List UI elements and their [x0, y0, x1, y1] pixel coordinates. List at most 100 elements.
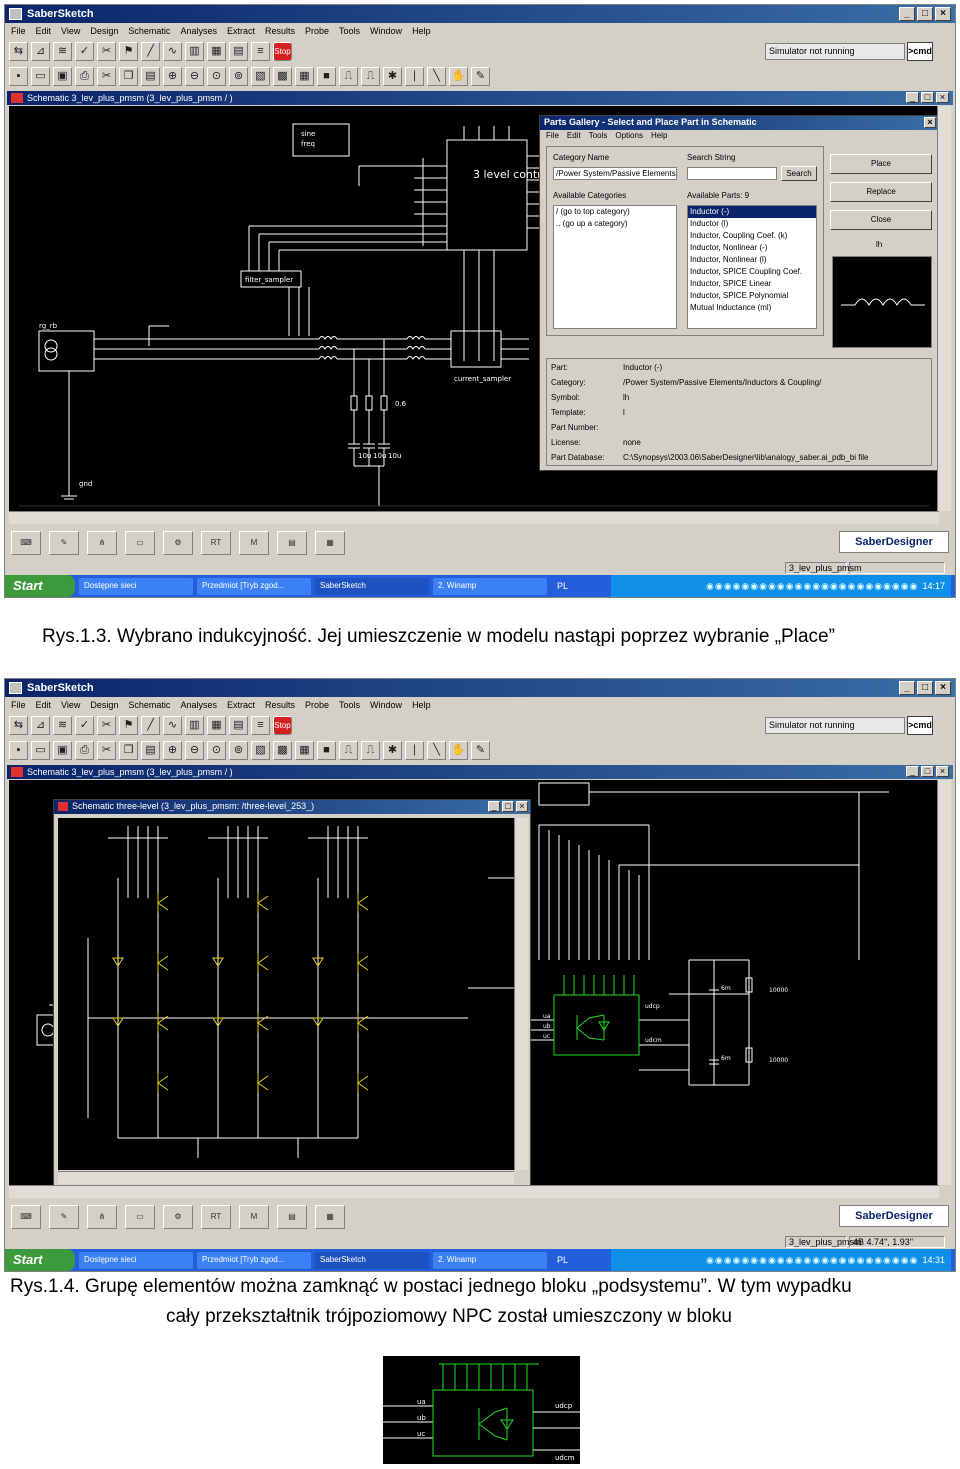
menu-edit[interactable]: Edit [36, 700, 52, 714]
dialog-close-button[interactable]: × [924, 117, 936, 128]
wire-icon[interactable]: ∣ [405, 67, 424, 86]
paste-icon[interactable]: ▤ [141, 741, 160, 760]
menu-help[interactable]: Help [412, 700, 431, 714]
hand-icon[interactable]: ✋ [449, 67, 468, 86]
menu-results[interactable]: Results [265, 26, 295, 40]
menu-view[interactable]: View [61, 700, 80, 714]
categories-listbox[interactable]: / (go to top category) .. (go up a categ… [553, 205, 677, 329]
schematic-close-button[interactable]: × [936, 92, 949, 103]
menu-analyses[interactable]: Analyses [180, 700, 217, 714]
wire-icon[interactable]: ∣ [405, 741, 424, 760]
minimize-button[interactable]: _ [899, 681, 915, 695]
zoom-in-icon[interactable]: ⊕ [163, 741, 182, 760]
monte-carlo-icon[interactable]: ▦ [207, 716, 226, 735]
zoom-area-icon[interactable]: ⊚ [229, 67, 248, 86]
task-word[interactable]: Przedmiot [Tryb zgod... [197, 1251, 311, 1269]
close-button[interactable]: × [935, 7, 951, 21]
grid-icon[interactable]: ▦ [295, 67, 314, 86]
menu-extract[interactable]: Extract [227, 26, 255, 40]
net-icon[interactable]: ⋔ [87, 1205, 117, 1229]
zoom-fit-icon[interactable]: ⊙ [207, 741, 226, 760]
table-icon[interactable]: ▦ [315, 1205, 345, 1229]
sensitivity-icon[interactable]: ▤ [229, 716, 248, 735]
cmd-button[interactable]: >cmd [907, 42, 933, 61]
hand-icon[interactable]: ✋ [449, 741, 468, 760]
net-icon[interactable]: ⋔ [87, 531, 117, 555]
menu-window[interactable]: Window [370, 26, 402, 40]
mt-icon[interactable]: M [239, 1205, 269, 1229]
minimize-button[interactable]: _ [899, 7, 915, 21]
list-item[interactable]: Inductor, SPICE Linear [688, 278, 816, 290]
menu-extract[interactable]: Extract [227, 700, 255, 714]
scissors-icon[interactable]: ✂ [97, 716, 116, 735]
stats-icon[interactable]: ▥ [185, 716, 204, 735]
paste-icon[interactable]: ▤ [141, 67, 160, 86]
menu-analyses[interactable]: Analyses [180, 26, 217, 40]
schematic-canvas[interactable]: 10000 10000 6m 6m udcp udcm ua ub uc Sch… [9, 780, 939, 1185]
wave-icon[interactable]: ∿ [163, 716, 182, 735]
schematic-canvas[interactable]: sine freq 3 level control filter_sampler… [9, 106, 939, 511]
window-icon[interactable]: ▭ [125, 1205, 155, 1229]
parts-listbox[interactable]: Inductor (-) Inductor (l) Inductor, Coup… [687, 205, 817, 329]
step-icon[interactable]: ⎍ [361, 67, 380, 86]
menu-probe[interactable]: Probe [305, 26, 329, 40]
keyboard-icon[interactable]: ⌨ [11, 531, 41, 555]
pulse-icon[interactable]: ⎍ [339, 67, 358, 86]
maximize-button[interactable]: □ [917, 681, 933, 695]
inner-maximize-button[interactable]: □ [502, 801, 514, 812]
zoom-out-icon[interactable]: ⊖ [185, 67, 204, 86]
task-networks[interactable]: Dostępne sieci [79, 577, 193, 595]
menu-help[interactable]: Help [412, 26, 431, 40]
stats-icon[interactable]: ▥ [185, 42, 204, 61]
saberdesigner-logo[interactable]: SaberDesigner [839, 531, 949, 553]
keyboard-icon[interactable]: ⌨ [11, 1205, 41, 1229]
saberrt-icon[interactable]: RT [201, 531, 231, 555]
zoom-area-icon[interactable]: ⊚ [229, 741, 248, 760]
schematic-minimize-button[interactable]: _ [906, 92, 919, 103]
list-item[interactable]: Inductor, SPICE Polynomial [688, 290, 816, 302]
fft-icon[interactable]: ≡ [251, 42, 270, 61]
graph-icon[interactable]: ╱ [141, 42, 160, 61]
dialog-menu-options[interactable]: Options [615, 131, 643, 141]
vertical-scrollbar[interactable] [937, 106, 951, 511]
list-item[interactable]: Inductor, Coupling Coef. (k) [688, 230, 816, 242]
pulse-icon[interactable]: ⎍ [339, 741, 358, 760]
menu-tools[interactable]: Tools [339, 700, 360, 714]
place-button[interactable]: Place [830, 154, 932, 174]
task-networks[interactable]: Dostępne sieci [79, 1251, 193, 1269]
stop-button[interactable]: Stop [273, 716, 292, 735]
saberrt-icon[interactable]: RT [201, 1205, 231, 1229]
cmd-button[interactable]: >cmd [907, 716, 933, 735]
schematic-minimize-button[interactable]: _ [906, 766, 919, 777]
replace-button[interactable]: Replace [830, 182, 932, 202]
stop-button[interactable]: Stop [273, 42, 292, 61]
pencil-icon[interactable]: ✎ [49, 531, 79, 555]
pencil-icon[interactable]: ✎ [49, 1205, 79, 1229]
category-field[interactable]: /Power System/Passive Elements/ [553, 167, 677, 180]
wave-icon[interactable]: ∿ [163, 42, 182, 61]
search-button[interactable]: Search [781, 166, 817, 181]
inner-horizontal-scrollbar[interactable] [58, 1171, 514, 1184]
parts-gallery-icon[interactable]: ▧ [251, 67, 270, 86]
inner-vertical-scrollbar[interactable] [514, 818, 528, 1170]
zoom-in-icon[interactable]: ⊕ [163, 67, 182, 86]
vertical-scrollbar[interactable] [937, 780, 951, 1185]
zoom-fit-icon[interactable]: ⊙ [207, 67, 226, 86]
task-sabersketch[interactable]: SaberSketch [315, 577, 429, 595]
fft-icon[interactable]: ≡ [251, 716, 270, 735]
schematic-maximize-button[interactable]: □ [921, 92, 934, 103]
menu-design[interactable]: Design [90, 700, 118, 714]
search-input[interactable] [687, 167, 777, 180]
language-indicator[interactable]: PL [551, 1255, 574, 1265]
tray-icons[interactable]: ◉◉◉◉◉◉◉◉◉◉◉◉◉◉◉◉◉◉◉◉◉◉◉◉ [706, 1255, 918, 1266]
copy-icon[interactable]: ❐ [119, 741, 138, 760]
task-winamp[interactable]: 2. Winamp [433, 1251, 547, 1269]
task-word[interactable]: Przedmiot [Tryb zgod... [197, 577, 311, 595]
menu-design[interactable]: Design [90, 26, 118, 40]
print-icon[interactable]: ⎙ [75, 67, 94, 86]
new-icon[interactable]: ▪ [9, 67, 28, 86]
dc-icon[interactable]: ⊿ [31, 716, 50, 735]
tray-icons[interactable]: ◉◉◉◉◉◉◉◉◉◉◉◉◉◉◉◉◉◉◉◉◉◉◉◉ [706, 581, 918, 592]
list-item[interactable]: Inductor (l) [688, 218, 816, 230]
start-button[interactable]: Start [5, 1249, 75, 1271]
